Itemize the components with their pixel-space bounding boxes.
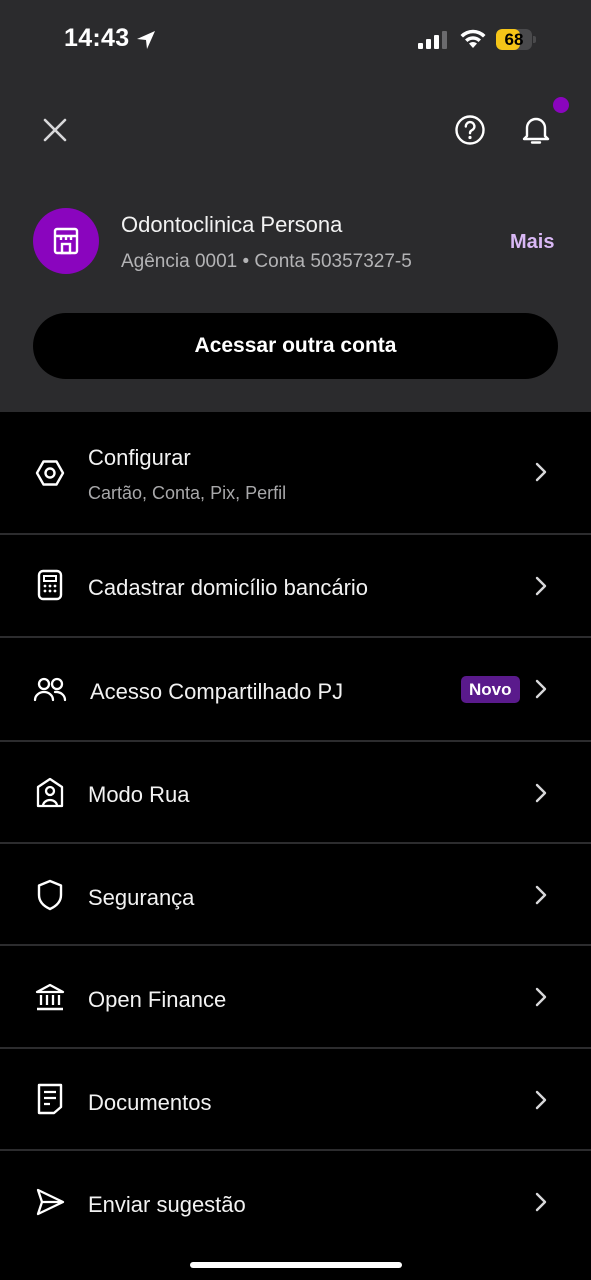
menu-item-configurar[interactable]: Configurar Cartão, Conta, Pix, Perfil bbox=[0, 412, 591, 535]
chevron-right-icon bbox=[535, 987, 547, 1007]
menu-item-open-finance[interactable]: Open Finance bbox=[0, 946, 591, 1049]
more-button[interactable]: Mais bbox=[510, 231, 554, 254]
menu-item-domicilio-bancario[interactable]: Cadastrar domicílio bancário bbox=[0, 535, 591, 638]
chevron-right-icon bbox=[535, 462, 547, 482]
status-time: 14:43 bbox=[64, 24, 130, 52]
help-button[interactable] bbox=[450, 110, 490, 150]
menu-label: Cadastrar domicílio bancário bbox=[88, 575, 369, 600]
new-badge: Novo bbox=[461, 676, 520, 703]
account-name: Odontoclinica Persona bbox=[121, 212, 343, 237]
menu-item-seguranca[interactable]: Segurança bbox=[0, 844, 591, 946]
switch-account-button[interactable]: Acessar outra conta bbox=[33, 313, 558, 379]
menu-label: Enviar sugestão bbox=[88, 1192, 246, 1217]
bell-icon bbox=[522, 117, 550, 144]
street-mode-icon bbox=[32, 775, 68, 811]
chevron-right-icon bbox=[535, 1192, 547, 1212]
menu-item-enviar-sugestao[interactable]: Enviar sugestão bbox=[0, 1151, 591, 1253]
close-icon bbox=[43, 118, 67, 142]
chevron-right-icon bbox=[535, 1090, 547, 1110]
menu-label: Acesso Compartilhado PJ bbox=[90, 679, 344, 704]
document-icon bbox=[32, 1081, 68, 1117]
settings-menu: Configurar Cartão, Conta, Pix, Perfil Ca… bbox=[0, 412, 591, 1253]
notifications-button[interactable] bbox=[516, 110, 556, 150]
notification-dot bbox=[553, 97, 569, 113]
menu-label: Segurança bbox=[88, 885, 195, 910]
account-avatar bbox=[33, 208, 99, 274]
menu-label: Configurar bbox=[88, 445, 191, 470]
menu-item-modo-rua[interactable]: Modo Rua bbox=[0, 742, 591, 844]
battery-percentage: 68 bbox=[504, 30, 524, 49]
bank-icon bbox=[32, 979, 68, 1015]
wifi-icon bbox=[460, 29, 486, 48]
menu-label: Open Finance bbox=[88, 987, 227, 1012]
send-icon bbox=[32, 1184, 68, 1220]
location-arrow-icon bbox=[137, 31, 155, 49]
close-button[interactable] bbox=[36, 111, 74, 149]
chevron-right-icon bbox=[535, 679, 547, 699]
help-icon bbox=[455, 115, 485, 145]
menu-sublabel: Cartão, Conta, Pix, Perfil bbox=[88, 483, 287, 503]
chevron-right-icon bbox=[535, 783, 547, 803]
menu-label: Documentos bbox=[88, 1090, 212, 1115]
cellular-signal-icon bbox=[418, 31, 447, 49]
store-icon bbox=[53, 227, 79, 255]
menu-label: Modo Rua bbox=[88, 782, 190, 807]
battery-indicator: 68 bbox=[496, 29, 536, 50]
settings-hexagon-icon bbox=[32, 455, 68, 491]
menu-item-documentos[interactable]: Documentos bbox=[0, 1049, 591, 1151]
chevron-right-icon bbox=[535, 576, 547, 596]
users-icon bbox=[32, 672, 68, 708]
shield-icon bbox=[32, 877, 68, 913]
chevron-right-icon bbox=[535, 885, 547, 905]
account-details: Agência 0001 • Conta 50357327-5 bbox=[121, 251, 412, 272]
home-indicator[interactable] bbox=[190, 1262, 402, 1268]
menu-item-acesso-compartilhado[interactable]: Acesso Compartilhado PJ Novo bbox=[0, 638, 591, 742]
battery-cap bbox=[533, 36, 536, 43]
card-terminal-icon bbox=[32, 567, 68, 603]
